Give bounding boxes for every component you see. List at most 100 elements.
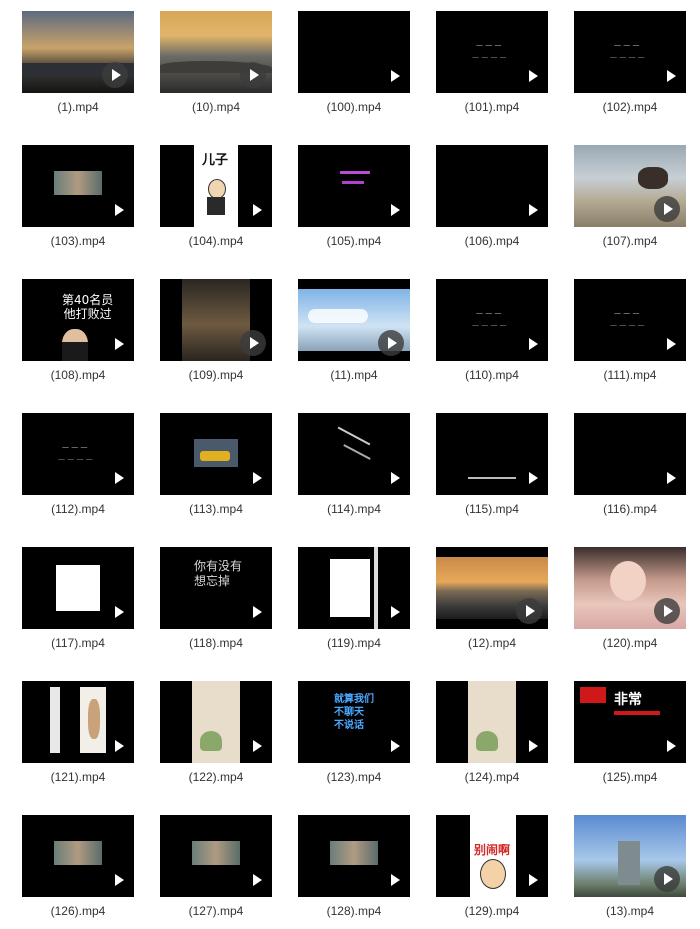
file-item[interactable]: (103).mp4 [22, 145, 134, 257]
file-item[interactable]: (12).mp4 [436, 547, 548, 659]
file-name[interactable]: (129).mp4 [426, 904, 558, 918]
video-thumbnail[interactable] [574, 815, 686, 897]
file-name[interactable]: (101).mp4 [426, 100, 558, 114]
file-name[interactable]: (113).mp4 [150, 502, 282, 516]
file-name[interactable]: (107).mp4 [564, 234, 696, 248]
video-thumbnail[interactable] [22, 11, 134, 93]
file-name[interactable]: (114).mp4 [288, 502, 420, 516]
file-item[interactable]: (117).mp4 [22, 547, 134, 659]
file-item[interactable]: (126).mp4 [22, 815, 134, 927]
file-name[interactable]: (115).mp4 [426, 502, 558, 516]
file-name[interactable]: (13).mp4 [564, 904, 696, 918]
file-item[interactable]: 别闹啊 (129).mp4 [436, 815, 548, 927]
video-thumbnail[interactable] [160, 279, 272, 361]
video-thumbnail[interactable]: — — — — — — — [436, 11, 548, 93]
file-item[interactable]: — — — — — — — (112).mp4 [22, 413, 134, 525]
file-name[interactable]: (118).mp4 [150, 636, 282, 650]
video-thumbnail[interactable]: — — — — — — — [436, 279, 548, 361]
video-thumbnail[interactable] [298, 279, 410, 361]
file-name[interactable]: (116).mp4 [564, 502, 696, 516]
video-thumbnail[interactable] [298, 11, 410, 93]
file-item[interactable]: (121).mp4 [22, 681, 134, 793]
file-name[interactable]: (11).mp4 [288, 368, 420, 382]
file-item[interactable]: (124).mp4 [436, 681, 548, 793]
video-thumbnail[interactable]: 非常 [574, 681, 686, 763]
video-thumbnail[interactable] [22, 145, 134, 227]
file-item[interactable]: — — — — — — — (111).mp4 [574, 279, 686, 391]
file-name[interactable]: (120).mp4 [564, 636, 696, 650]
file-name[interactable]: (103).mp4 [12, 234, 144, 248]
video-thumbnail[interactable]: — — — — — — — [22, 413, 134, 495]
file-name[interactable]: (10).mp4 [150, 100, 282, 114]
file-item[interactable]: 第40名员 他打败过 (108).mp4 [22, 279, 134, 391]
file-name[interactable]: (127).mp4 [150, 904, 282, 918]
file-item[interactable]: (119).mp4 [298, 547, 410, 659]
file-item[interactable]: 儿子 (104).mp4 [160, 145, 272, 257]
file-name[interactable]: (12).mp4 [426, 636, 558, 650]
file-name[interactable]: (128).mp4 [288, 904, 420, 918]
video-thumbnail[interactable] [574, 145, 686, 227]
file-item[interactable]: (127).mp4 [160, 815, 272, 927]
video-thumbnail[interactable] [574, 547, 686, 629]
video-thumbnail[interactable]: — — — — — — — [574, 11, 686, 93]
file-item[interactable]: (100).mp4 [298, 11, 410, 123]
file-name[interactable]: (122).mp4 [150, 770, 282, 784]
video-thumbnail[interactable]: 儿子 [160, 145, 272, 227]
file-item[interactable]: 你有没有 想忘掉 (118).mp4 [160, 547, 272, 659]
video-thumbnail[interactable]: 你有没有 想忘掉 [160, 547, 272, 629]
file-name[interactable]: (106).mp4 [426, 234, 558, 248]
video-thumbnail[interactable] [160, 413, 272, 495]
file-item[interactable]: — — — — — — — (101).mp4 [436, 11, 548, 123]
file-item[interactable]: (120).mp4 [574, 547, 686, 659]
file-name[interactable]: (104).mp4 [150, 234, 282, 248]
file-item[interactable]: (109).mp4 [160, 279, 272, 391]
file-item[interactable]: (105).mp4 [298, 145, 410, 257]
file-name[interactable]: (121).mp4 [12, 770, 144, 784]
video-thumbnail[interactable] [436, 547, 548, 629]
file-item[interactable]: (107).mp4 [574, 145, 686, 257]
video-thumbnail[interactable]: 第40名员 他打败过 [22, 279, 134, 361]
video-thumbnail[interactable] [160, 11, 272, 93]
file-name[interactable]: (119).mp4 [288, 636, 420, 650]
file-name[interactable]: (125).mp4 [564, 770, 696, 784]
file-item[interactable]: — — — — — — — (102).mp4 [574, 11, 686, 123]
video-thumbnail[interactable] [298, 815, 410, 897]
video-thumbnail[interactable] [160, 681, 272, 763]
file-name[interactable]: (117).mp4 [12, 636, 144, 650]
file-item[interactable]: (113).mp4 [160, 413, 272, 525]
video-thumbnail[interactable] [22, 547, 134, 629]
video-thumbnail[interactable] [436, 681, 548, 763]
file-item[interactable]: (10).mp4 [160, 11, 272, 123]
video-thumbnail[interactable] [22, 815, 134, 897]
file-name[interactable]: (111).mp4 [564, 368, 696, 382]
video-thumbnail[interactable]: 别闹啊 [436, 815, 548, 897]
file-name[interactable]: (105).mp4 [288, 234, 420, 248]
file-item[interactable]: (13).mp4 [574, 815, 686, 927]
file-name[interactable]: (108).mp4 [12, 368, 144, 382]
video-thumbnail[interactable] [298, 413, 410, 495]
file-name[interactable]: (100).mp4 [288, 100, 420, 114]
file-name[interactable]: (124).mp4 [426, 770, 558, 784]
file-item[interactable]: 非常 (125).mp4 [574, 681, 686, 793]
file-item[interactable]: (1).mp4 [22, 11, 134, 123]
file-name[interactable]: (110).mp4 [426, 368, 558, 382]
video-thumbnail[interactable] [22, 681, 134, 763]
file-name[interactable]: (126).mp4 [12, 904, 144, 918]
file-item[interactable]: (106).mp4 [436, 145, 548, 257]
file-item[interactable]: (116).mp4 [574, 413, 686, 525]
video-thumbnail[interactable]: 就算我们 不聊天 不说话 [298, 681, 410, 763]
file-item[interactable]: (115).mp4 [436, 413, 548, 525]
file-item[interactable]: (128).mp4 [298, 815, 410, 927]
file-item[interactable]: (11).mp4 [298, 279, 410, 391]
video-thumbnail[interactable] [436, 413, 548, 495]
file-name[interactable]: (112).mp4 [12, 502, 144, 516]
file-item[interactable]: — — — — — — — (110).mp4 [436, 279, 548, 391]
video-thumbnail[interactable] [298, 547, 410, 629]
file-name[interactable]: (1).mp4 [12, 100, 144, 114]
video-thumbnail[interactable] [160, 815, 272, 897]
file-item[interactable]: (114).mp4 [298, 413, 410, 525]
file-item[interactable]: 就算我们 不聊天 不说话 (123).mp4 [298, 681, 410, 793]
video-thumbnail[interactable] [436, 145, 548, 227]
video-thumbnail[interactable] [574, 413, 686, 495]
file-name[interactable]: (102).mp4 [564, 100, 696, 114]
